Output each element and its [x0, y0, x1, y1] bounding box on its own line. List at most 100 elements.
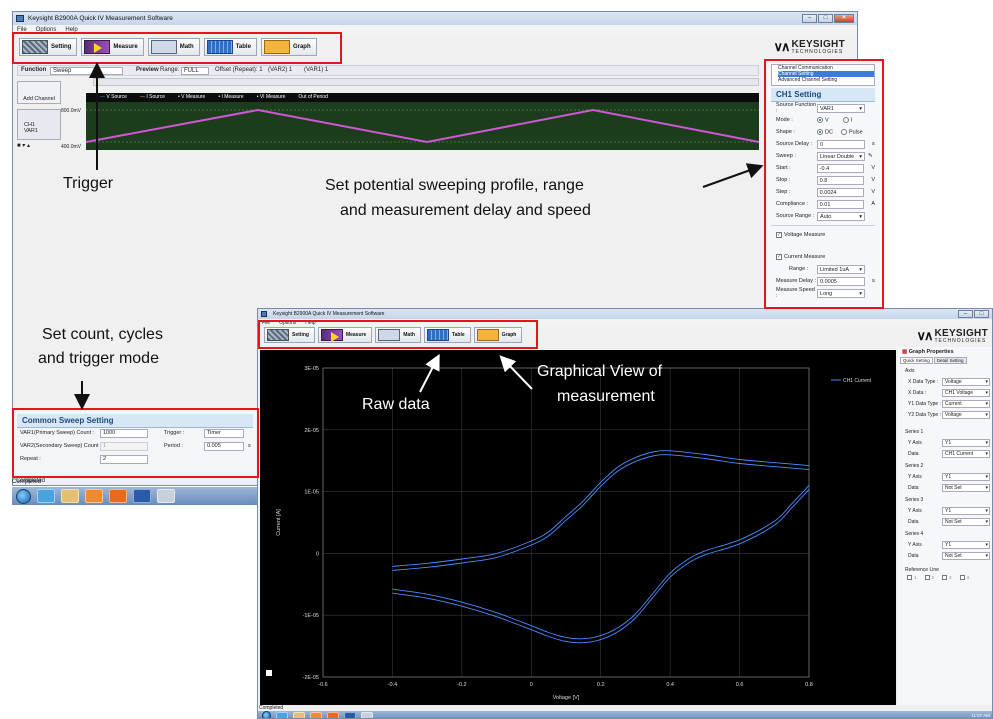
- x-tick-label: 0.2: [597, 682, 605, 688]
- bottom-office-taskbar-icon[interactable]: [327, 712, 339, 718]
- series-3-data-label: Data: [908, 518, 919, 525]
- series-1-data-select[interactable]: CH1 Current: [942, 449, 990, 458]
- x-axis-label: Voltage [V]: [553, 695, 580, 701]
- x-tick-label: 0.6: [736, 682, 744, 688]
- y-tick-label: 3E-05: [304, 366, 319, 372]
- series-4-y-axis-label: Y Axis: [908, 541, 922, 548]
- series-4-y-axis-select[interactable]: Y1: [942, 540, 990, 549]
- bottom-tool-taskbar-icon[interactable]: [361, 712, 373, 718]
- series-3-data-row: Data Not Set: [898, 516, 992, 527]
- add-channel-button[interactable]: Add Channel: [17, 81, 61, 104]
- legend-v-source-label: V Source: [106, 94, 127, 100]
- y-tick-label: 2E-05: [304, 428, 319, 434]
- bottom-media-taskbar-icon[interactable]: [310, 712, 322, 718]
- x-tick-label: -0.2: [457, 682, 466, 688]
- horizontal-scrollbar[interactable]: [93, 78, 759, 86]
- y1-data-type-select[interactable]: Current: [942, 399, 990, 408]
- minimize-button[interactable]: –: [802, 14, 817, 23]
- x-data-type-label: X Data Type :: [908, 378, 939, 385]
- function-select[interactable]: Sweep: [50, 67, 123, 75]
- browser-taskbar-icon[interactable]: [37, 489, 55, 503]
- bottom-maximize-button[interactable]: □: [974, 310, 989, 318]
- x-tick-label: -0.6: [318, 682, 327, 688]
- maximize-button[interactable]: □: [818, 14, 833, 23]
- ref-line-1-label: 1: [914, 575, 917, 580]
- series-3-label: Series 3: [905, 497, 924, 503]
- legend-v-measure-label: V Measure: [181, 94, 206, 100]
- tab-quick-setting[interactable]: Quick Setting: [900, 357, 933, 364]
- folder-taskbar-icon[interactable]: [61, 489, 79, 503]
- keysight-logo: ∨∧ KEYSIGHT TECHNOLOGIES: [773, 39, 845, 55]
- add-channel-label: Add Channel: [23, 96, 55, 102]
- channel-menu-icon[interactable]: ■: [17, 143, 21, 149]
- bottom-browser-taskbar-icon[interactable]: [276, 712, 288, 718]
- series-2-y-axis-select[interactable]: Y1: [942, 472, 990, 481]
- annotation-count-line1: Set count, cycles: [42, 326, 163, 343]
- annotation-graph-line1: Graphical View of: [537, 363, 663, 380]
- series-4-data-select[interactable]: Not Set: [942, 551, 990, 560]
- quickiv-taskbar-icon[interactable]: [133, 489, 151, 503]
- bottom-keysight-mark-icon: ∨∧: [916, 328, 933, 343]
- legend-vi-measure-label: VI Measure: [259, 94, 286, 100]
- x-tick-label: 0.8: [805, 682, 813, 688]
- graph-properties-title: Graph Properties: [908, 349, 954, 355]
- tool-taskbar-icon[interactable]: [157, 489, 175, 503]
- series-2-data-select[interactable]: Not Set: [942, 483, 990, 492]
- x-data-select[interactable]: CH1 Voltage: [942, 388, 990, 397]
- ref-line-2-checkbox[interactable]: 2: [924, 575, 934, 581]
- close-button[interactable]: ✕: [834, 14, 854, 23]
- y-tick-label: 1E-05: [304, 490, 319, 496]
- legend-i-source-label: I Source: [146, 94, 165, 100]
- level-low-label: 400.0mV: [61, 144, 82, 150]
- range-select[interactable]: FULL: [181, 67, 209, 75]
- graph-properties-icon: ▩: [902, 349, 908, 355]
- axis-section-label: Axis: [905, 368, 915, 374]
- x-data-type-select[interactable]: Voltage: [942, 377, 990, 386]
- y-tick-label: -2E-05: [302, 675, 319, 681]
- channel-up-icon[interactable]: ▴: [27, 143, 30, 149]
- series-3-y-axis-select[interactable]: Y1: [942, 506, 990, 515]
- start-orb-icon[interactable]: [16, 488, 31, 504]
- bottom-toolbar-highlight: [258, 320, 538, 349]
- level-high-label: 800.0mV: [61, 108, 82, 114]
- range-label: Range:: [160, 67, 180, 73]
- y1-data-type-label: Y1 Data Type :: [908, 400, 941, 407]
- ref-line-4-label: 4: [966, 575, 970, 580]
- keysight-mark-icon: ∨∧: [773, 39, 790, 54]
- bottom-quickiv-taskbar-icon[interactable]: [344, 712, 356, 718]
- top-window-title: Keysight B2900A Quick IV Measurement Sof…: [28, 15, 173, 22]
- ref-line-3-checkbox[interactable]: 3: [942, 575, 952, 581]
- annotation-raw-data: Raw data: [362, 396, 430, 413]
- series-1-y-axis-label: Y Axis: [908, 439, 922, 446]
- bottom-minimize-button[interactable]: –: [958, 310, 973, 318]
- annotation-graph-line2: measurement: [557, 388, 655, 405]
- x-data-type-row: X Data Type : Voltage: [898, 376, 992, 387]
- y2-data-type-select[interactable]: Voltage: [942, 410, 990, 419]
- var1-text: (VAR1) 1: [304, 67, 329, 73]
- function-row: Function Sweep Preview Range: FULL Offse…: [17, 65, 759, 76]
- preview-label: Preview: [136, 67, 159, 73]
- legend-label-ch1-current: CH1 Current: [843, 378, 872, 384]
- series-3-data-select[interactable]: Not Set: [942, 517, 990, 526]
- channel-card[interactable]: CH1 VAR1: [17, 109, 61, 140]
- bottom-start-orb-icon[interactable]: [262, 711, 271, 718]
- office-taskbar-icon[interactable]: [109, 489, 127, 503]
- annotation-count-line2: and trigger mode: [38, 350, 159, 367]
- x-tick-label: 0.4: [666, 682, 674, 688]
- bottom-taskbar: 11:07 AM: [258, 711, 992, 718]
- y2-data-type-label: Y2 Data Type :: [908, 411, 941, 418]
- x-data-label: X Data :: [908, 389, 927, 396]
- common-sweep-highlight: [12, 408, 259, 478]
- x-data-row: X Data : CH1 Voltage: [898, 387, 992, 398]
- ref-line-1-checkbox[interactable]: 1: [907, 575, 917, 581]
- channel-down-icon[interactable]: ▾: [22, 143, 25, 149]
- series-2-label: Series 2: [905, 463, 924, 469]
- bottom-window-title: Keysight B2900A Quick IV Measurement Sof…: [273, 311, 385, 317]
- media-taskbar-icon[interactable]: [85, 489, 103, 503]
- series-1-y-axis-select[interactable]: Y1: [942, 438, 990, 447]
- ref-line-4-checkbox[interactable]: 4: [959, 575, 970, 581]
- app-icon: [16, 15, 24, 22]
- offset-text: Offset (Repeat): 1: [215, 67, 263, 73]
- bottom-folder-taskbar-icon[interactable]: [293, 712, 305, 718]
- tab-detail-setting[interactable]: Detail Setting: [933, 357, 967, 364]
